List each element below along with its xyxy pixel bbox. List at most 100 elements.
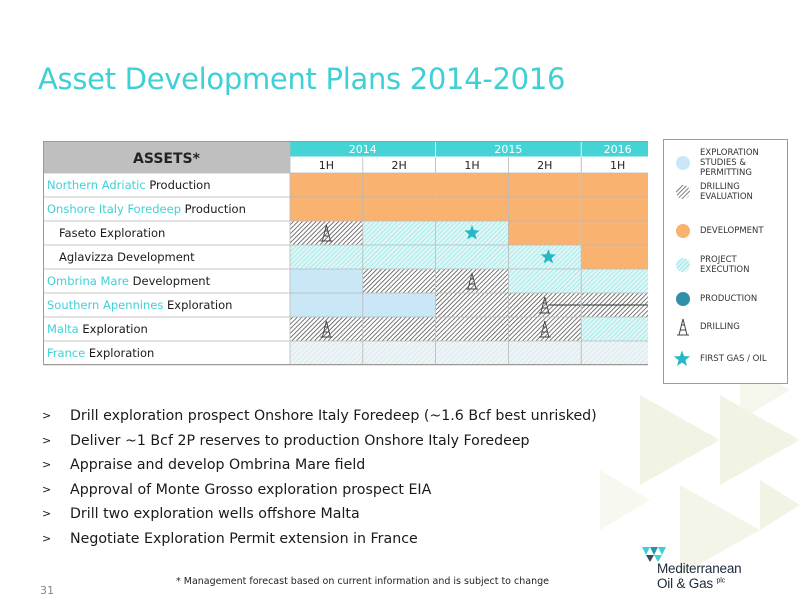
asset-name-rest: Production bbox=[181, 202, 246, 216]
gantt-cell-drilling-evaluation bbox=[362, 269, 436, 293]
hatched-circle-icon bbox=[674, 183, 692, 201]
page-number: 31 bbox=[40, 584, 54, 597]
asset-name: Malta Exploration bbox=[47, 322, 148, 336]
gantt-cell-development bbox=[435, 197, 509, 221]
asset-name-highlight: France bbox=[47, 346, 85, 360]
year-header-label: 2016 bbox=[604, 143, 632, 156]
company-logo: Mediterranean Oil & Gas plc bbox=[640, 545, 790, 595]
bullet-item: > Negotiate Exploration Permit extension … bbox=[38, 527, 597, 552]
bullet-marker-icon: > bbox=[42, 482, 52, 496]
teal-circle-icon bbox=[674, 290, 692, 308]
asset-name-highlight: Ombrina Mare bbox=[47, 274, 129, 288]
asset-name: Ombrina Mare Development bbox=[47, 274, 211, 288]
gantt-cell-project-execution bbox=[435, 245, 509, 269]
legend-label: DRILLING EVALUATION bbox=[700, 182, 753, 202]
bullet-marker-icon: > bbox=[42, 409, 52, 422]
star-icon bbox=[674, 350, 692, 368]
bullet-list: > Drill exploration prospect Onshore Ital… bbox=[38, 404, 597, 551]
asset-name-rest: Exploration bbox=[79, 322, 148, 336]
assets-header-label: ASSETS* bbox=[133, 151, 201, 167]
gantt-cell-development bbox=[362, 173, 436, 197]
gantt-cell-project-execution-light bbox=[362, 341, 436, 365]
asset-name-highlight: Southern Apennines bbox=[47, 298, 163, 312]
gantt-cell-development bbox=[508, 221, 582, 245]
bullet-text: Drill two exploration wells offshore Mal… bbox=[70, 506, 360, 522]
bullet-marker-icon: > bbox=[42, 531, 52, 545]
asset-name: Faseto Exploration bbox=[59, 226, 165, 240]
asset-name: France Exploration bbox=[47, 346, 154, 360]
legend-item-project-execution: PROJECT EXECUTION bbox=[674, 255, 780, 275]
gantt-cell-project-execution bbox=[508, 269, 582, 293]
gantt-cell-development bbox=[290, 173, 363, 197]
footnote: * Management forecast based on current i… bbox=[176, 576, 549, 587]
gantt-svg: ASSETS* 2014 2015 2016 1H 2H 1H 2H 1H Northern Ad… bbox=[43, 141, 648, 366]
asset-name-highlight: Malta bbox=[47, 322, 79, 336]
half-header-label: 2H bbox=[537, 159, 552, 172]
legend-item-drilling: DRILLING bbox=[674, 318, 780, 336]
bullet-item: > Approval of Monte Grosso exploration pr… bbox=[38, 478, 597, 503]
asset-name: Southern Apennines Exploration bbox=[47, 298, 232, 312]
drilling-rig-icon bbox=[674, 318, 692, 336]
asset-name-rest: Development bbox=[129, 274, 211, 288]
asset-name-rest: Faseto Exploration bbox=[59, 226, 165, 240]
bullet-text: Appraise and develop Ombrina Mare field bbox=[70, 457, 366, 473]
bullet-item: > Drill exploration prospect Onshore Ital… bbox=[38, 404, 597, 429]
light-blue-circle-icon bbox=[674, 154, 692, 172]
asset-name-rest: Exploration bbox=[163, 298, 232, 312]
gantt-cell-exploration-studies bbox=[362, 293, 436, 317]
legend-item-exploration-studies: EXPLORATION STUDIES & PERMITTING bbox=[674, 148, 780, 178]
gantt-cell-project-execution-light bbox=[581, 341, 648, 365]
year-header-label: 2014 bbox=[349, 143, 377, 156]
gantt-cell-development bbox=[581, 221, 648, 245]
gantt-cell-development bbox=[581, 173, 648, 197]
gantt-cell-project-execution bbox=[581, 269, 648, 293]
gantt-cell-drilling-evaluation bbox=[362, 317, 436, 341]
asset-name-highlight: Northern Adriatic bbox=[47, 178, 146, 192]
asset-name-rest: Production bbox=[146, 178, 211, 192]
gantt-cell-exploration-studies bbox=[290, 293, 363, 317]
legend-item-first-gas: FIRST GAS / OIL bbox=[674, 350, 780, 368]
gantt-cell-project-execution bbox=[290, 245, 363, 269]
gantt-cell-project-execution bbox=[581, 317, 648, 341]
gantt-cell-development bbox=[362, 197, 436, 221]
gantt-cell-project-execution-light bbox=[508, 341, 582, 365]
orange-circle-icon bbox=[674, 222, 692, 240]
asset-name: Aglavizza Development bbox=[59, 250, 195, 264]
slide-title: Asset Development Plans 2014-2016 bbox=[38, 62, 566, 96]
gantt-cell-project-execution-light bbox=[290, 341, 363, 365]
gantt-cell-project-execution bbox=[362, 221, 436, 245]
legend-item-production: PRODUCTION bbox=[674, 290, 780, 308]
cyan-hatched-circle-icon bbox=[674, 256, 692, 274]
legend-label: DEVELOPMENT bbox=[700, 226, 764, 236]
half-header-label: 1H bbox=[464, 159, 479, 172]
gantt-cell-project-execution-light bbox=[435, 341, 509, 365]
legend-label: PROJECT EXECUTION bbox=[700, 255, 750, 275]
asset-name-highlight: Onshore Italy Foredeep bbox=[47, 202, 181, 216]
gantt-cell-drilling-evaluation bbox=[435, 317, 509, 341]
legend-label: PRODUCTION bbox=[700, 294, 758, 304]
asset-gantt-table: ASSETS* 2014 2015 2016 1H 2H 1H 2H 1H Northern Ad… bbox=[43, 141, 648, 369]
half-header-label: 2H bbox=[392, 159, 407, 172]
legend-item-drilling-evaluation: DRILLING EVALUATION bbox=[674, 182, 780, 202]
legend-label: EXPLORATION STUDIES & PERMITTING bbox=[700, 148, 759, 178]
logo-line-2-text: Oil & Gas bbox=[657, 576, 713, 591]
asset-name-rest: Aglavizza Development bbox=[59, 250, 195, 264]
bullet-text: Drill exploration prospect Onshore Italy… bbox=[70, 408, 597, 424]
bullet-marker-icon: > bbox=[42, 507, 52, 520]
gantt-cell-development bbox=[508, 173, 582, 197]
gantt-cell-development bbox=[435, 173, 509, 197]
gantt-cell-development bbox=[508, 197, 582, 221]
bullet-item: > Appraise and develop Ombrina Mare field bbox=[38, 453, 597, 478]
bullet-marker-icon: > bbox=[42, 433, 52, 447]
bullet-text: Deliver ~1 Bcf 2P reserves to production… bbox=[70, 432, 530, 449]
gantt-cell-development bbox=[290, 197, 363, 221]
asset-name: Onshore Italy Foredeep Production bbox=[47, 202, 246, 216]
legend-item-development: DEVELOPMENT bbox=[674, 222, 780, 240]
bullet-text: Negotiate Exploration Permit extension i… bbox=[70, 530, 418, 547]
bullet-marker-icon: > bbox=[42, 458, 52, 471]
logo-line-2: Oil & Gas plc bbox=[657, 576, 725, 591]
year-header-label: 2015 bbox=[494, 143, 522, 156]
legend-label: FIRST GAS / OIL bbox=[700, 354, 767, 364]
gantt-cell-development bbox=[581, 197, 648, 221]
asset-name: Northern Adriatic Production bbox=[47, 178, 211, 192]
